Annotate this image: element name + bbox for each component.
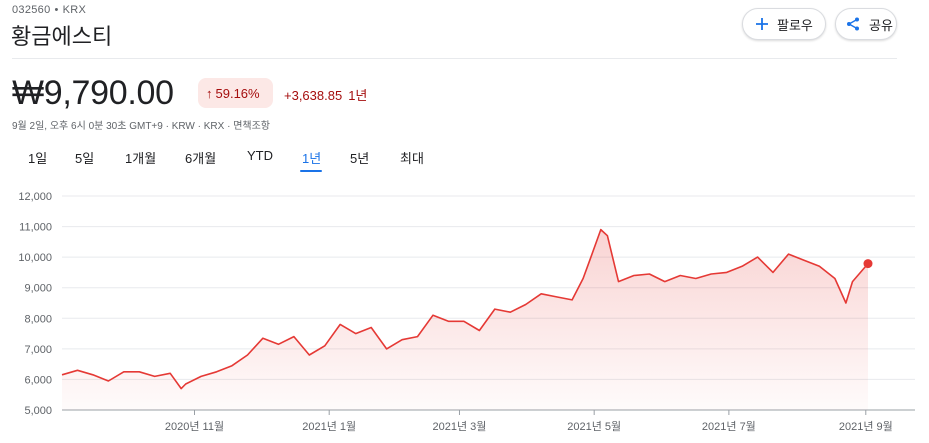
share-label: 공유 <box>869 17 893 33</box>
plus-icon <box>755 17 769 31</box>
ticker-line: 032560 • KRX <box>12 4 86 16</box>
tab-5[interactable]: 1년 <box>302 148 321 167</box>
percent-change: 59.16% <box>215 85 260 101</box>
tab-1[interactable]: 5일 <box>75 148 94 167</box>
separator-dot: • <box>54 4 59 16</box>
tab-0[interactable]: 1일 <box>28 148 47 167</box>
tab-6[interactable]: 5년 <box>350 148 369 167</box>
tab-4[interactable]: YTD <box>247 148 273 163</box>
y-tick-label: 11,000 <box>19 222 52 234</box>
x-tick-label: 2020년 11월 <box>165 420 224 433</box>
y-tick-label: 8,000 <box>24 313 52 325</box>
y-tick-label: 5,000 <box>24 405 52 417</box>
y-tick-label: 6,000 <box>24 374 52 386</box>
latest-price-point <box>863 259 873 269</box>
active-tab-indicator <box>300 170 322 172</box>
ticker-code: 032560 <box>12 4 51 16</box>
tab-2[interactable]: 1개월 <box>125 148 156 167</box>
price-chart: 5,000 6,000 7,000 8,000 9,000 10,000 11,000 12,… <box>18 191 915 433</box>
change-period: 1년 <box>348 88 368 103</box>
x-tick-label: 2021년 3월 <box>433 420 487 433</box>
y-tick-label: 9,000 <box>24 283 52 295</box>
x-tick-label: 2021년 7월 <box>702 420 756 433</box>
absolute-change: +3,638.85 1년 <box>284 85 367 104</box>
follow-button[interactable]: 팔로우 <box>742 8 826 40</box>
x-tick-label: 2021년 9월 <box>839 420 893 433</box>
header-divider <box>12 58 897 59</box>
y-tick-label: 7,000 <box>24 344 52 356</box>
share-button[interactable]: 공유 <box>835 8 897 40</box>
x-tick-label: 2021년 1월 <box>302 420 356 433</box>
x-tick-label: 2021년 5월 <box>567 420 621 433</box>
quote-meta: 9월 2일, 오후 6시 0분 30초 GMT+9 · KRW · KRX · … <box>12 121 271 132</box>
follow-label: 팔로우 <box>777 17 813 33</box>
range-tabs: 1일 5일 1개월 6개월 YTD 1년 5년 최대 <box>0 148 460 174</box>
arrow-up-icon: ↑ <box>206 85 213 101</box>
share-icon <box>845 16 861 32</box>
company-name: 황금에스티 <box>11 24 113 49</box>
percent-change-chip: ↑ 59.16% <box>198 78 273 108</box>
current-price: ₩9,790.00 <box>12 74 174 112</box>
y-tick-label: 12,000 <box>18 191 52 203</box>
y-tick-label: 10,000 <box>18 252 52 264</box>
tab-3[interactable]: 6개월 <box>185 148 216 167</box>
tab-7[interactable]: 최대 <box>400 148 424 167</box>
abs-change-value: +3,638.85 <box>284 88 343 103</box>
exchange-label: KRX <box>62 4 87 16</box>
